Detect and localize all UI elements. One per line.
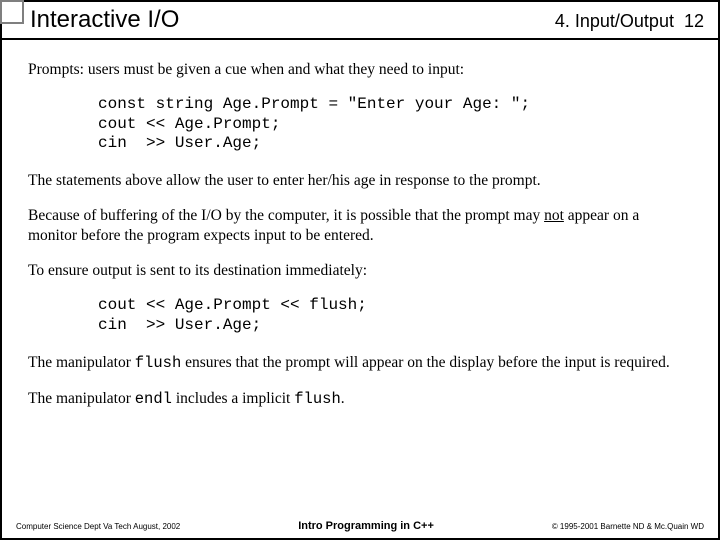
endl-a: The manipulator bbox=[28, 390, 135, 407]
endl-c: . bbox=[341, 390, 345, 407]
slide-frame: Interactive I/O 4. Input/Output 12 Promp… bbox=[0, 0, 720, 540]
flush-b: ensures that the prompt will appear on t… bbox=[181, 354, 670, 371]
flush-code: flush bbox=[135, 354, 182, 372]
corner-decoration bbox=[0, 0, 24, 24]
endl-b: includes a implicit bbox=[172, 390, 294, 407]
slide-footer: Computer Science Dept Va Tech August, 20… bbox=[2, 520, 718, 532]
flush-a: The manipulator bbox=[28, 354, 135, 371]
slide-title: Interactive I/O bbox=[30, 6, 179, 34]
endl-note: The manipulator endl includes a implicit… bbox=[28, 389, 692, 409]
prompt-intro: Prompts: users must be given a cue when … bbox=[28, 60, 692, 79]
flush-note: The manipulator flush ensures that the p… bbox=[28, 353, 692, 373]
buffer-text-a: Because of buffering of the I/O by the c… bbox=[28, 207, 544, 224]
slide-header: Interactive I/O 4. Input/Output 12 bbox=[2, 2, 718, 40]
slide-body: Prompts: users must be given a cue when … bbox=[2, 40, 718, 410]
footer-center: Intro Programming in C++ bbox=[298, 520, 434, 532]
code-block-1: const string Age.Prompt = "Enter your Ag… bbox=[98, 95, 692, 153]
footer-left: Computer Science Dept Va Tech August, 20… bbox=[16, 522, 180, 531]
chapter-label: 4. Input/Output bbox=[555, 11, 674, 31]
chapter-block: 4. Input/Output 12 bbox=[555, 11, 704, 32]
footer-right: © 1995-2001 Barnette ND & Mc.Quain WD bbox=[552, 522, 704, 531]
code-block-2: cout << Age.Prompt << flush; cin >> User… bbox=[98, 296, 692, 334]
explain-1: The statements above allow the user to e… bbox=[28, 171, 692, 190]
not-underline: not bbox=[544, 207, 564, 224]
endl-code: endl bbox=[135, 390, 172, 408]
page-number: 12 bbox=[684, 11, 704, 31]
buffering-note: Because of buffering of the I/O by the c… bbox=[28, 206, 692, 245]
ensure-intro: To ensure output is sent to its destinat… bbox=[28, 261, 692, 280]
flush-code-2: flush bbox=[294, 390, 341, 408]
